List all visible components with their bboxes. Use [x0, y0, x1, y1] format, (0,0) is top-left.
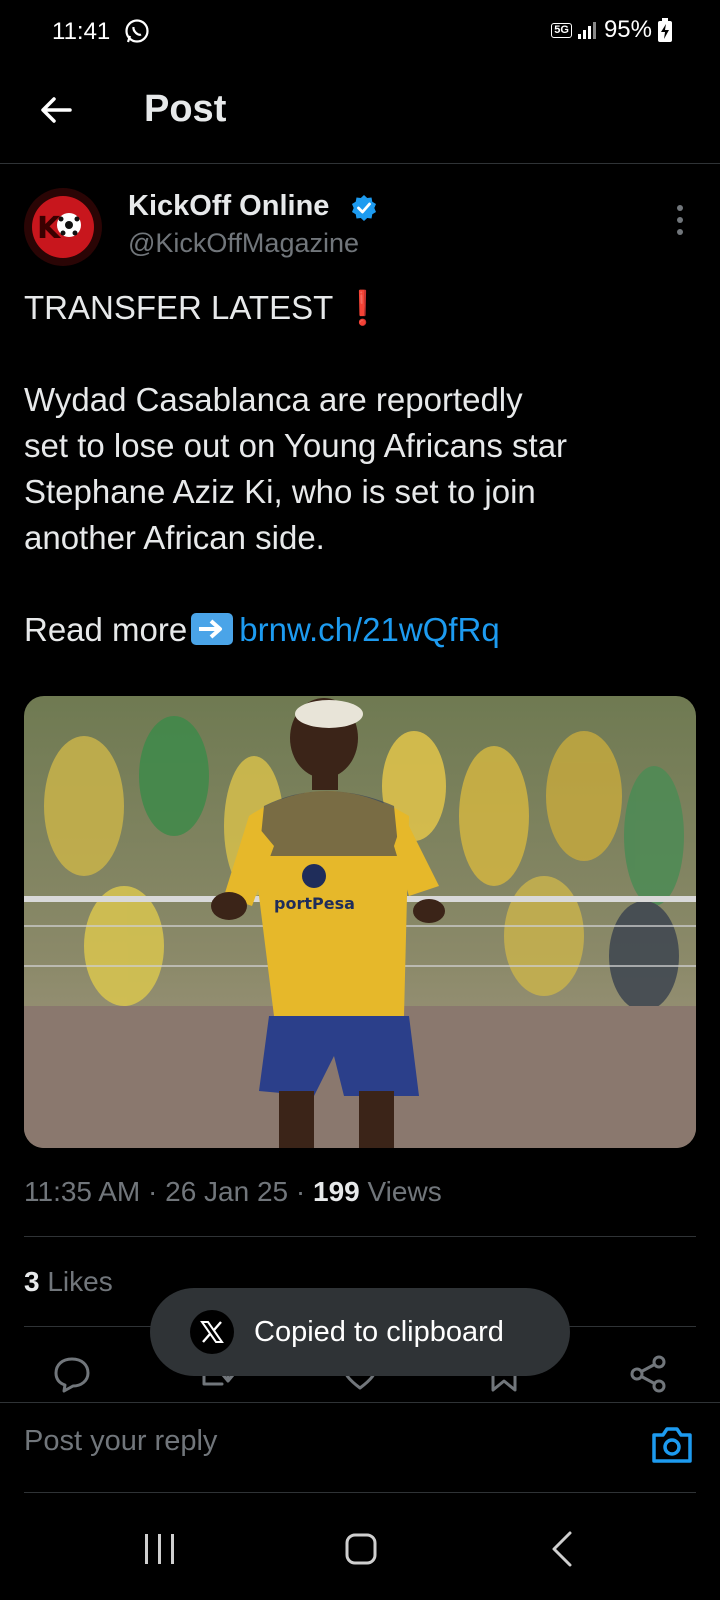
- x-logo-icon: [190, 1310, 234, 1354]
- reply-bar: [0, 1402, 720, 1494]
- whatsapp-icon: [125, 19, 149, 43]
- post-line: set to lose out on Young Africans star: [24, 427, 568, 464]
- post-line: another African side.: [24, 519, 325, 556]
- status-indicators: 5G 95%: [551, 16, 672, 44]
- author-handle[interactable]: @KickOffMagazine: [128, 228, 359, 259]
- network-badge: 5G: [551, 22, 572, 38]
- read-more-line: Read more brnw.ch/21wQfRq: [24, 607, 694, 653]
- kickoff-logo-icon: K: [24, 188, 102, 266]
- exclamation-emoji-icon: ❗: [333, 289, 384, 326]
- more-options-icon[interactable]: [670, 202, 690, 238]
- toast-copied: Copied to clipboard: [150, 1288, 570, 1376]
- author-name[interactable]: KickOff Online: [128, 190, 329, 223]
- battery-icon: [658, 18, 672, 42]
- nav-back-icon[interactable]: [550, 1530, 574, 1568]
- status-bar: 11:41 5G 95%: [0, 0, 720, 64]
- verified-badge-icon: [352, 195, 376, 221]
- home-icon[interactable]: [344, 1532, 378, 1566]
- reply-icon[interactable]: [52, 1354, 92, 1394]
- jersey-sponsor: portPesa: [274, 894, 355, 913]
- post-line: Stephane Aziz Ki, who is set to join: [24, 473, 536, 510]
- back-arrow-icon[interactable]: [36, 90, 76, 130]
- meta-separator: ·: [295, 1176, 306, 1207]
- divider: [24, 1492, 696, 1493]
- views-label: Views: [367, 1176, 442, 1207]
- recent-apps-icon[interactable]: [142, 1532, 178, 1566]
- status-time: 11:41: [52, 18, 111, 45]
- right-arrow-emoji-icon: [191, 613, 234, 645]
- post-line: Wydad Casablanca are reportedly: [24, 381, 523, 418]
- post-image[interactable]: portPesa: [24, 696, 696, 1148]
- share-icon[interactable]: [628, 1354, 668, 1394]
- divider: [24, 1236, 696, 1237]
- views-count: 199: [313, 1176, 360, 1207]
- post-link[interactable]: brnw.ch/21wQfRq: [239, 611, 499, 648]
- signal-icon: [577, 22, 596, 39]
- likes-count[interactable]: 3 Likes: [24, 1266, 113, 1298]
- battery-percent: 95%: [603, 16, 652, 43]
- likes-number: 3: [24, 1266, 40, 1297]
- post-headline: TRANSFER LATEST: [24, 289, 334, 326]
- post-text: TRANSFER LATEST ❗ Wydad Casablanca are r…: [24, 285, 694, 653]
- post-headline-line: TRANSFER LATEST ❗: [24, 285, 694, 331]
- post-date: 26 Jan 25: [165, 1176, 289, 1207]
- meta-separator: ·: [148, 1176, 158, 1207]
- player-photo: portPesa: [24, 696, 696, 1148]
- post-time: 11:35 AM: [24, 1176, 141, 1207]
- page-title: Post: [144, 88, 227, 130]
- post-meta: 11:35 AM · 26 Jan 25 · 199 Views: [24, 1176, 442, 1208]
- read-more-label: Read more: [24, 611, 188, 648]
- camera-icon[interactable]: [650, 1425, 694, 1465]
- system-nav-bar: [0, 1510, 720, 1600]
- author-avatar[interactable]: K: [24, 188, 102, 266]
- toast-message: Copied to clipboard: [254, 1315, 504, 1348]
- top-app-bar: Post: [0, 64, 720, 164]
- reply-input[interactable]: [24, 1425, 584, 1458]
- likes-label: Likes: [47, 1266, 113, 1297]
